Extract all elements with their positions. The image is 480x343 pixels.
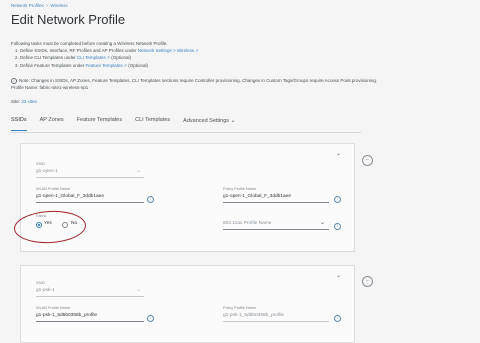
chevron-down-icon[interactable]: ⌄ xyxy=(336,150,341,157)
ssid-card: ⌄ SSID g1-psk-1 ⌄ WLAN Profile Name g1-p… xyxy=(20,265,355,343)
page-title: Edit Network Profile xyxy=(11,12,126,27)
tab-divider xyxy=(11,132,361,133)
breadcrumb-network-profiles[interactable]: Network Profiles xyxy=(11,3,44,8)
wlan-profile-label: WLAN Profile Name xyxy=(36,187,70,191)
ssid-underline xyxy=(36,177,144,178)
site-line: Site: 33 sites xyxy=(11,99,37,104)
site-label: Site: xyxy=(11,99,21,104)
ssid-label: SSID xyxy=(36,281,45,285)
ap-802-11ax-underline xyxy=(223,229,329,230)
network-settings-wireless-link[interactable]: Network Settings > Wireless xyxy=(138,48,194,53)
external-link-icon: ↗ xyxy=(123,62,128,68)
tab-ap-zones[interactable]: AP Zones xyxy=(40,117,64,131)
external-link-icon: ↗ xyxy=(195,48,199,54)
prerequisite-lead: Following tasks must be completed before… xyxy=(11,41,168,46)
step-2-text: 2. Define CLI Templates under xyxy=(15,55,76,61)
wlan-profile-input[interactable]: g1-psk-1_5d5b0358b_profile xyxy=(36,313,97,318)
ssid-underline xyxy=(36,296,144,297)
ssid-select[interactable]: g1-psk-1 xyxy=(36,288,55,293)
info-icon[interactable]: i xyxy=(334,196,341,203)
prerequisite-step-3: 3. Define Feature Templates under Featur… xyxy=(11,62,311,69)
prerequisite-step-2: 2. Define CLI Templates under CLI Templa… xyxy=(11,54,311,61)
ap-802-11ax-profile-select[interactable]: 802.11ax Profile Name xyxy=(223,221,271,226)
prerequisite-list: Following tasks must be completed before… xyxy=(11,40,311,69)
policy-profile-input[interactable]: g1-psk-1_5d5b0358b_profile xyxy=(223,313,284,318)
tab-advanced-settings-label: Advanced Settings xyxy=(183,118,230,124)
profile-tabs: SSIDs AP Zones Feature Templates CLI Tem… xyxy=(11,117,249,131)
profile-name-value: fabric-site1-wireless-np1 xyxy=(39,85,89,91)
policy-profile-label: Policy Profile Name xyxy=(223,306,257,310)
wlan-profile-underline xyxy=(36,202,144,203)
note-text: Note: Changes in SSIDs, AP Zones, Featur… xyxy=(19,78,378,83)
delete-icon[interactable]: − xyxy=(362,155,373,166)
chevron-down-icon: ⌄ xyxy=(320,220,326,226)
cli-templates-link[interactable]: CLI Templates xyxy=(77,55,106,60)
ssid-label: SSID xyxy=(36,162,45,166)
info-icon: i xyxy=(11,77,17,84)
info-icon[interactable]: i xyxy=(147,196,154,203)
tab-feature-templates[interactable]: Feature Templates xyxy=(77,117,122,131)
external-link-icon: ↗ xyxy=(106,55,111,61)
breadcrumb-wireless[interactable]: Wireless xyxy=(50,3,67,8)
step-2-optional: (Optional) xyxy=(111,55,132,61)
tab-cli-templates[interactable]: CLI Templates xyxy=(135,117,170,131)
policy-profile-label: Policy Profile Name xyxy=(223,187,257,191)
breadcrumb: Network Profiles > Wireless xyxy=(11,3,68,8)
ssid-select[interactable]: g1-open-1 xyxy=(36,169,58,174)
step-3-optional: (Optional) xyxy=(128,62,149,68)
info-icon[interactable]: i xyxy=(147,315,154,322)
chevron-down-icon: ⌄ xyxy=(230,118,236,124)
info-icon[interactable]: i xyxy=(334,223,341,230)
feature-templates-link[interactable]: Feature Templates xyxy=(85,63,122,68)
chevron-down-icon: ⌄ xyxy=(136,287,142,293)
wlan-profile-underline xyxy=(36,321,144,322)
step-3-text: 3. Define Feature Templates under xyxy=(15,62,85,68)
wlan-profile-label: WLAN Profile Name xyxy=(36,306,70,310)
tab-ssids[interactable]: SSIDs xyxy=(11,117,27,131)
step-1-text: 1. Define SSIDs, Interface, RF Profiles … xyxy=(15,48,137,54)
tab-advanced-settings[interactable]: Advanced Settings ⌄ xyxy=(183,117,235,131)
prerequisite-step-1: 1. Define SSIDs, Interface, RF Profiles … xyxy=(11,47,311,54)
info-icon[interactable]: i xyxy=(334,315,341,322)
chevron-down-icon[interactable]: ⌄ xyxy=(336,272,341,279)
chevron-down-icon: ⌄ xyxy=(136,168,142,174)
policy-profile-underline xyxy=(223,321,329,322)
profile-name-label: Profile Name: xyxy=(11,85,39,91)
provisioning-note: i Note: Changes in SSIDs, AP Zones, Featu… xyxy=(11,77,476,91)
delete-icon[interactable]: − xyxy=(362,276,373,287)
policy-profile-underline xyxy=(223,202,329,203)
sites-link[interactable]: 33 sites xyxy=(21,99,37,104)
policy-profile-input[interactable]: g1-open-1_Global_F_3ddb1aee xyxy=(223,194,291,199)
wlan-profile-input[interactable]: g1-open-1_Global_F_3ddb1aee xyxy=(36,194,104,199)
breadcrumb-separator: > xyxy=(45,3,49,8)
